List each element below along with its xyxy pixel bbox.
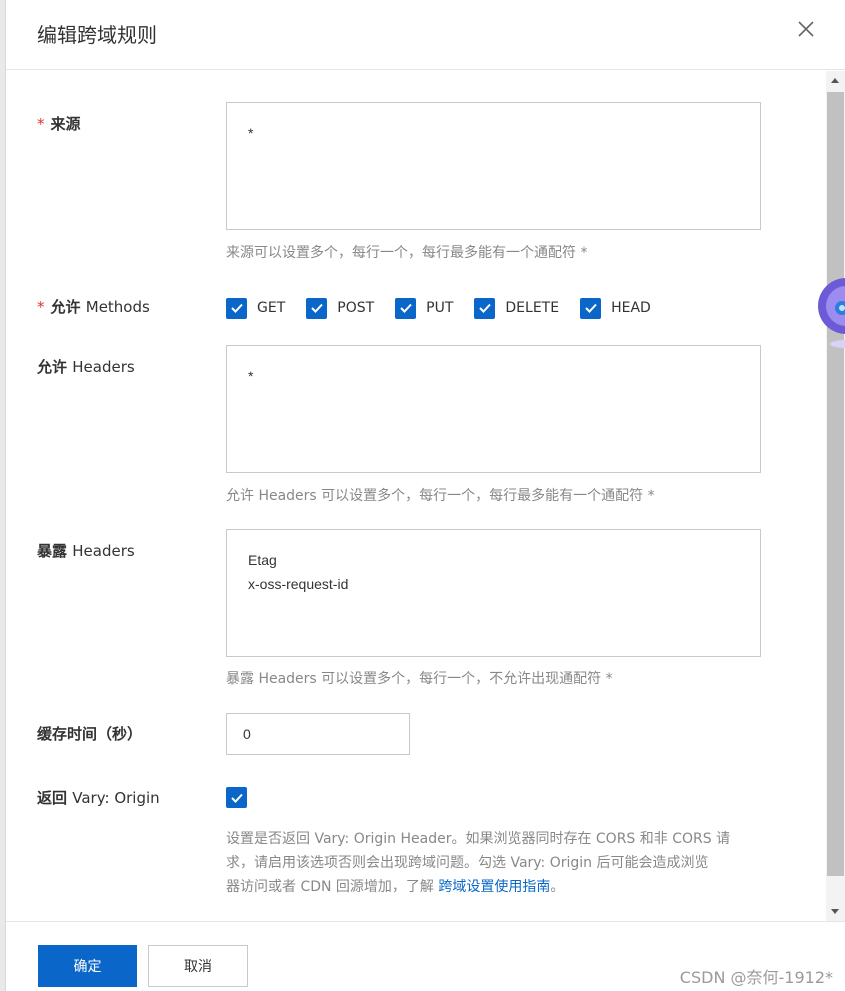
checkbox-checked-icon[interactable]	[580, 297, 602, 319]
method-get-checkbox[interactable]: GET	[226, 297, 286, 319]
dialog-footer: 确定 取消 CSDN @奈何-1912*	[6, 921, 845, 991]
required-mark: *	[37, 115, 45, 133]
allow-headers-textarea[interactable]: *	[226, 345, 761, 473]
method-delete-checkbox[interactable]: DELETE	[474, 297, 560, 319]
vary-origin-hint: 设置是否返回 Vary: Origin Header。如果浏览器同时存在 COR…	[226, 831, 731, 895]
method-head-checkbox[interactable]: HEAD	[580, 297, 651, 319]
expose-headers-textarea[interactable]: Etag x-oss-request-id	[226, 529, 761, 657]
method-label: DELETE	[505, 300, 560, 316]
cache-time-input[interactable]: 0	[226, 713, 410, 755]
dialog-header: 编辑跨域规则	[6, 0, 845, 70]
checkbox-checked-icon[interactable]	[226, 297, 247, 319]
origin-textarea[interactable]: *	[226, 102, 761, 230]
scroll-up-arrow-icon[interactable]	[831, 78, 839, 83]
expose-headers-hint: 暴露 Headers 可以设置多个，每行一个，不允许出现通配符 *	[226, 671, 613, 687]
method-put-checkbox[interactable]: PUT	[395, 297, 454, 319]
checkbox-checked-icon[interactable]	[474, 297, 496, 319]
method-label: POST	[337, 300, 375, 316]
checkbox-checked-icon[interactable]	[226, 787, 247, 808]
dialog-title: 编辑跨域规则	[37, 23, 157, 47]
origin-hint: 来源可以设置多个，每行一个，每行最多能有一个通配符 *	[226, 245, 588, 261]
method-label: PUT	[426, 300, 454, 316]
method-label: GET	[257, 300, 286, 316]
scroll-thumb[interactable]	[827, 92, 844, 876]
confirm-button[interactable]: 确定	[38, 945, 137, 987]
allow-headers-hint: 允许 Headers 可以设置多个，每行一个，每行最多能有一个通配符 *	[226, 488, 655, 504]
vertical-scrollbar[interactable]	[826, 71, 845, 921]
edit-cors-rule-dialog: 编辑跨域规则 * 来源 * 来源可以设置多个，每行一个，每行最多能有一个通配符 *…	[6, 0, 845, 991]
vary-origin-label: 返回 Vary: Origin	[37, 789, 160, 807]
scroll-down-arrow-icon[interactable]	[831, 909, 839, 914]
methods-checkbox-group: GET POST PUT DELETE HEAD	[226, 296, 672, 320]
required-mark: *	[37, 298, 45, 316]
checkbox-checked-icon[interactable]	[395, 297, 417, 319]
allow-headers-label: 允许 Headers	[37, 358, 135, 376]
close-icon[interactable]	[795, 18, 817, 40]
dialog-body: * 来源 * 来源可以设置多个，每行一个，每行最多能有一个通配符 * * 允许 Me…	[6, 71, 826, 921]
cors-guide-link[interactable]: 跨域设置使用指南	[438, 879, 550, 895]
origin-label: * 来源	[37, 115, 81, 133]
method-post-checkbox[interactable]: POST	[306, 297, 375, 319]
checkbox-checked-icon[interactable]	[306, 297, 328, 319]
methods-label: * 允许 Methods	[37, 298, 150, 316]
cancel-button[interactable]: 取消	[148, 945, 248, 987]
vary-origin-checkbox[interactable]	[226, 787, 247, 809]
watermark: CSDN @奈何-1912*	[679, 968, 833, 987]
expose-headers-label: 暴露 Headers	[37, 542, 135, 560]
method-label: HEAD	[611, 300, 651, 316]
cache-time-label: 缓存时间（秒）	[37, 725, 143, 743]
assistant-robot-icon[interactable]	[816, 272, 845, 352]
